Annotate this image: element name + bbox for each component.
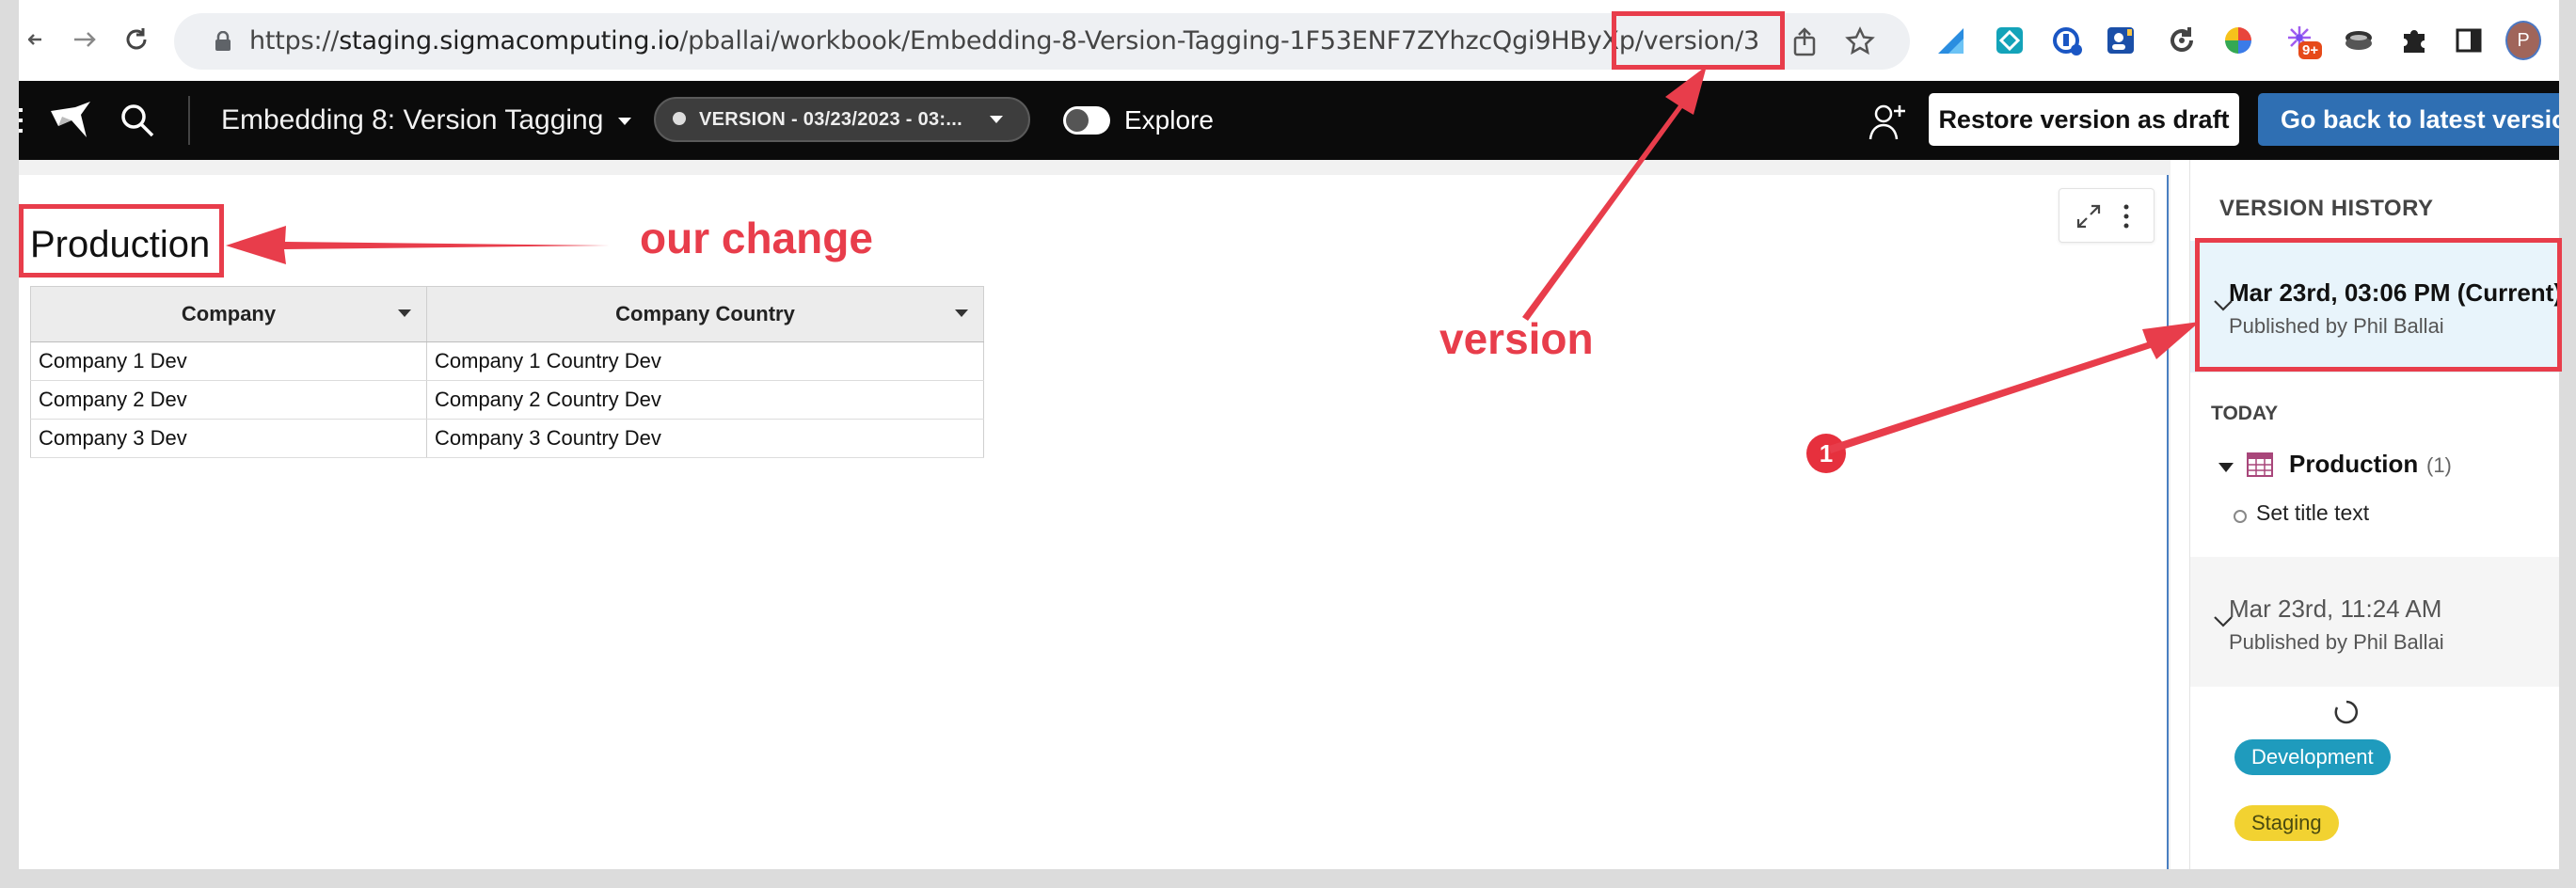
url-prefix: https:// bbox=[249, 26, 340, 56]
explore-label: Explore bbox=[1124, 105, 1214, 135]
profile-initial: P bbox=[2505, 21, 2541, 60]
workbook-canvas: Production Company Company Country Compa… bbox=[19, 160, 2171, 869]
workbook-title-text: Embedding 8: Version Tagging bbox=[221, 104, 604, 135]
version-item-older[interactable]: Mar 23rd, 11:24 AM Published by Phil Bal… bbox=[2190, 557, 2559, 687]
reload-icon[interactable] bbox=[118, 21, 155, 58]
chevron-down-icon[interactable] bbox=[398, 309, 411, 317]
sigma-logo-icon[interactable] bbox=[49, 100, 92, 146]
chevron-down-icon[interactable] bbox=[955, 309, 968, 317]
extensions-puzzle-icon[interactable] bbox=[2396, 23, 2432, 58]
table-row: Company 1 Dev Company 1 Country Dev bbox=[30, 341, 984, 381]
version-title: Mar 23rd, 03:06 PM (Current) bbox=[2229, 278, 2559, 307]
bookmark-star-icon[interactable] bbox=[1845, 26, 1875, 61]
change-item[interactable]: Set title text bbox=[2256, 500, 2369, 526]
table-cell[interactable]: Company 2 Dev bbox=[30, 380, 427, 420]
url-text[interactable]: https://staging.sigmacomputing.io/pballa… bbox=[249, 13, 1759, 70]
app-header: Embedding 8: Version Tagging VERSION - 0… bbox=[19, 81, 2559, 160]
loading-spinner-icon bbox=[2334, 700, 2359, 724]
change-count: (1) bbox=[2426, 453, 2452, 477]
extension-diamond-icon[interactable] bbox=[1992, 23, 2027, 58]
caret-down-icon[interactable] bbox=[2218, 463, 2234, 472]
page-title[interactable]: Production bbox=[30, 224, 210, 266]
extension-burst-icon[interactable]: 9+ bbox=[2282, 23, 2323, 59]
go-back-latest-button[interactable]: Go back to latest version bbox=[2258, 93, 2559, 146]
version-author: Published by Phil Ballai bbox=[2229, 314, 2444, 338]
table-cell[interactable]: Company 1 Country Dev bbox=[426, 341, 984, 381]
lock-icon[interactable] bbox=[214, 30, 232, 56]
extension-disk-icon[interactable] bbox=[2341, 23, 2377, 58]
version-title: Mar 23rd, 11:24 AM bbox=[2229, 595, 2442, 623]
extension-color-wheel-icon[interactable] bbox=[2220, 23, 2256, 58]
notification-badge: 9+ bbox=[2298, 41, 2323, 59]
version-label: VERSION - 03/23/2023 - 03:... bbox=[699, 109, 962, 130]
extension-password-icon[interactable] bbox=[2049, 23, 2085, 58]
column-header-label: Company Country bbox=[615, 302, 795, 325]
menu-icon[interactable] bbox=[19, 106, 26, 139]
chevron-down-icon[interactable] bbox=[618, 118, 632, 126]
column-header-company[interactable]: Company bbox=[30, 286, 427, 342]
more-options-icon[interactable] bbox=[2122, 202, 2131, 235]
version-status-dot-icon bbox=[673, 112, 686, 125]
table-row: Company 2 Dev Company 2 Country Dev bbox=[30, 380, 984, 420]
section-label-today: TODAY bbox=[2211, 403, 2279, 424]
expand-icon[interactable] bbox=[2075, 202, 2103, 235]
header-divider bbox=[188, 96, 190, 145]
browser-toolbar: https://staging.sigmacomputing.io/pballa… bbox=[19, 0, 2559, 81]
chevron-down-icon bbox=[990, 116, 1003, 123]
tag-staging[interactable]: Staging bbox=[2234, 805, 2339, 841]
url-host: staging.sigmacomputing.io bbox=[339, 26, 680, 56]
address-bar[interactable]: https://staging.sigmacomputing.io/pballa… bbox=[174, 13, 1910, 70]
version-author: Published by Phil Ballai bbox=[2229, 630, 2444, 654]
search-icon[interactable] bbox=[119, 102, 156, 144]
element-toolbar bbox=[2059, 188, 2155, 243]
table-cell[interactable]: Company 2 Country Dev bbox=[426, 380, 984, 420]
version-history-panel: VERSION HISTORY Mar 23rd, 03:06 PM (Curr… bbox=[2189, 160, 2559, 869]
panel-title: VERSION HISTORY bbox=[2219, 196, 2434, 221]
table-icon bbox=[2247, 452, 2273, 477]
version-item-current[interactable]: Mar 23rd, 03:06 PM (Current) Published b… bbox=[2190, 241, 2559, 373]
table-header-row: Company Company Country bbox=[30, 286, 984, 342]
side-panel-icon[interactable] bbox=[2451, 23, 2487, 58]
change-bullet-icon bbox=[2234, 510, 2247, 523]
table-row: Company 3 Dev Company 3 Country Dev bbox=[30, 419, 984, 458]
column-header-company-country[interactable]: Company Country bbox=[426, 286, 984, 342]
url-path: /pballai/workbook/Embedding-8-Version-Ta… bbox=[679, 26, 1760, 56]
share-icon[interactable] bbox=[1790, 26, 1819, 61]
table-cell[interactable]: Company 3 Dev bbox=[30, 419, 427, 458]
forward-icon[interactable] bbox=[66, 21, 103, 58]
back-icon[interactable] bbox=[19, 21, 56, 58]
extension-profile-card-icon[interactable] bbox=[2103, 23, 2139, 58]
table-cell[interactable]: Company 1 Dev bbox=[30, 341, 427, 381]
table-cell[interactable]: Company 3 Country Dev bbox=[426, 419, 984, 458]
change-group-label[interactable]: Production bbox=[2289, 450, 2418, 479]
workbook-title[interactable]: Embedding 8: Version Tagging bbox=[221, 81, 632, 160]
extension-triangle-icon[interactable] bbox=[1933, 23, 1969, 58]
version-selector[interactable]: VERSION - 03/23/2023 - 03:... bbox=[654, 97, 1030, 142]
annotation-version: version bbox=[1439, 314, 1594, 363]
restore-version-button[interactable]: Restore version as draft bbox=[1929, 93, 2239, 146]
profile-avatar[interactable]: P bbox=[2505, 21, 2541, 60]
tag-development[interactable]: Development bbox=[2234, 739, 2391, 775]
add-user-icon[interactable] bbox=[1868, 102, 1909, 146]
workbook-page: Production Company Company Country Compa… bbox=[19, 175, 2169, 869]
explore-toggle[interactable] bbox=[1063, 106, 1110, 135]
screenshot-frame: https://staging.sigmacomputing.io/pballa… bbox=[19, 0, 2559, 869]
annotation-our-change: our change bbox=[640, 214, 873, 262]
column-header-label: Company bbox=[181, 302, 277, 325]
extension-sync-icon[interactable] bbox=[2164, 23, 2200, 58]
data-table: Company Company Country Company 1 Dev Co… bbox=[30, 286, 984, 458]
annotation-number-badge: 1 bbox=[1806, 434, 1846, 473]
